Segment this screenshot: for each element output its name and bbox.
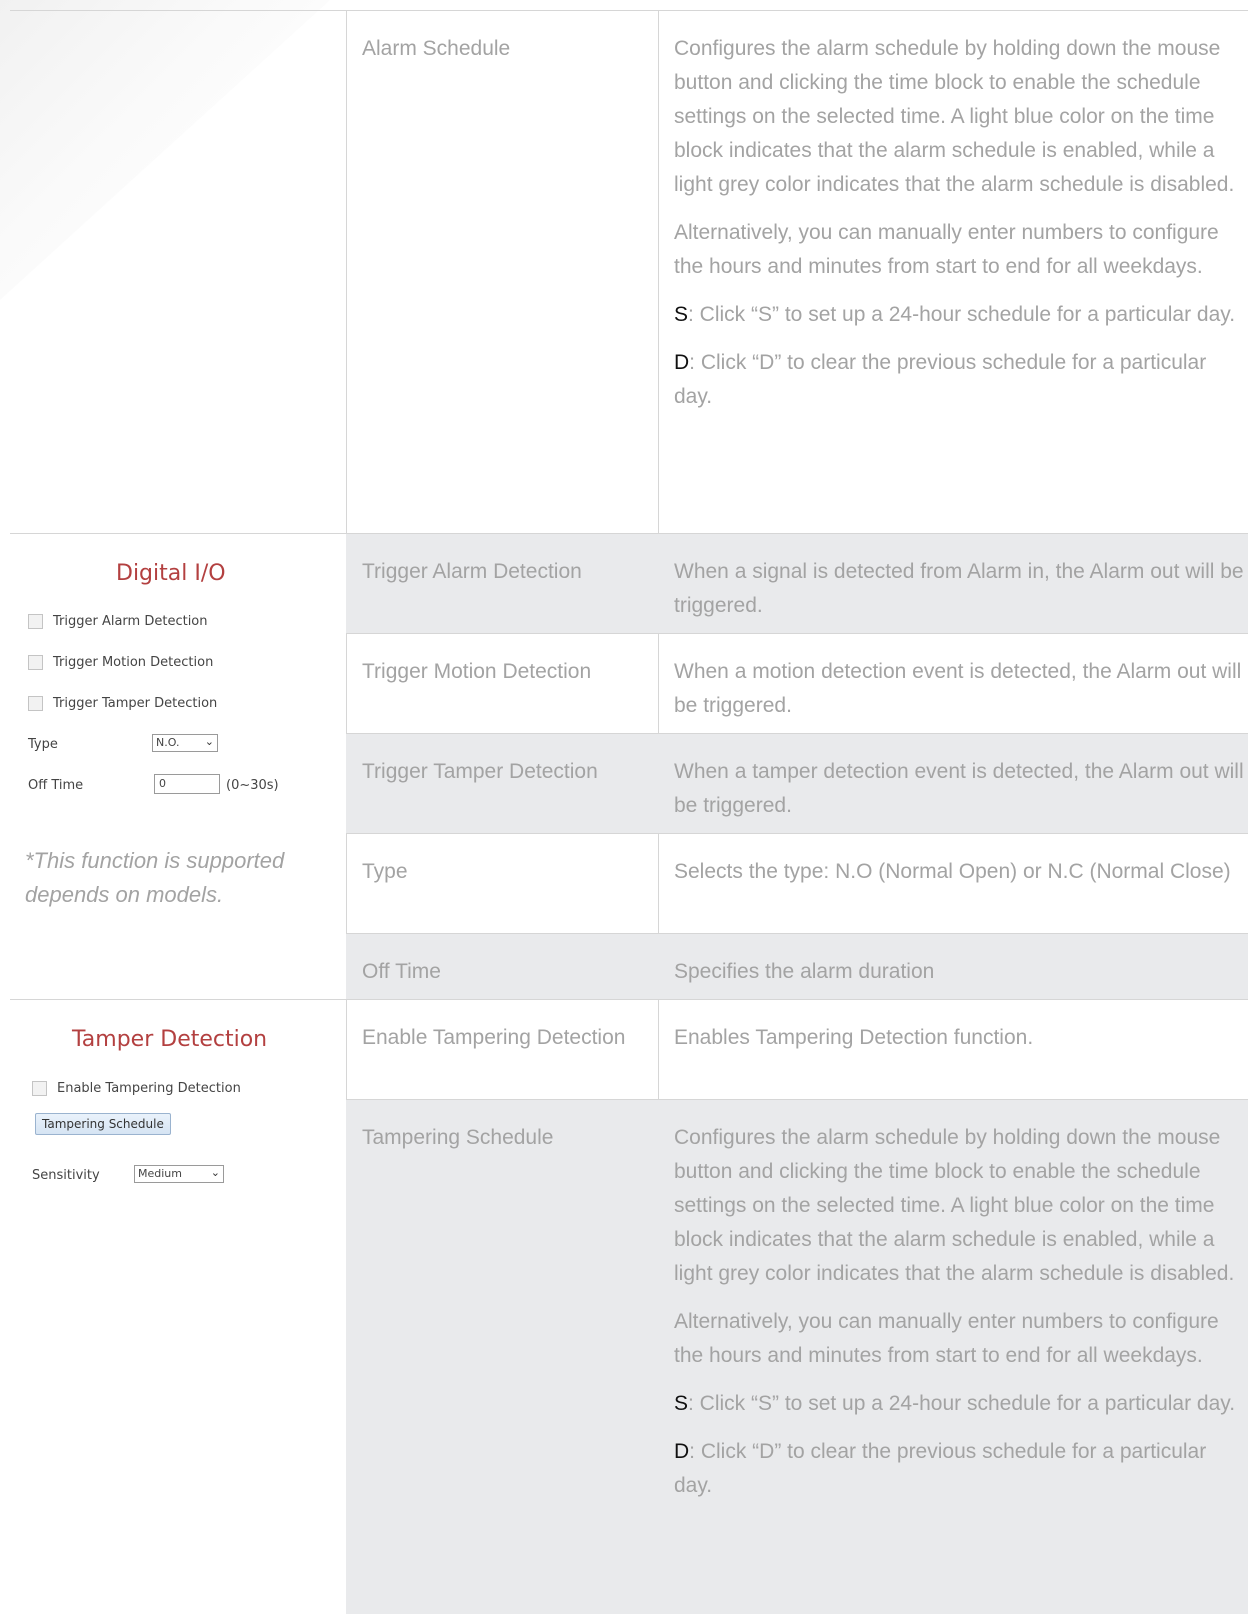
off-time-label: Off Time [28,778,84,793]
checkbox-icon[interactable] [28,655,43,670]
row-label: Type [362,860,408,883]
description-paragraph: Alternatively, you can manually enter nu… [674,221,1219,278]
description-paragraph: Configures the alarm schedule by holding… [674,37,1235,196]
checkbox-icon[interactable] [28,614,43,629]
d-key-paragraph: D: Click “D” to clear the previous sched… [674,1435,1248,1503]
row-label: Tampering Schedule [362,1126,554,1149]
d-key-text: : Click “D” to clear the previous schedu… [674,351,1207,408]
sensitivity-select[interactable]: Medium ⌄ [134,1165,224,1183]
trigger-motion-checkbox[interactable]: Trigger Motion Detection [28,655,213,670]
row-description: Specifies the alarm duration [674,960,935,983]
d-key: D [674,1440,690,1463]
row-description: When a signal is detected from Alarm in,… [674,560,1244,617]
tamper-detection-title: Tamper Detection [72,1027,268,1052]
checkbox-icon[interactable] [32,1081,47,1096]
section-divider [10,999,1248,1000]
d-key-text: : Click “D” to clear the previous schedu… [674,1440,1207,1497]
checkbox-label: Enable Tampering Detection [57,1081,241,1096]
model-support-note: *This function is supported depends on m… [25,848,285,907]
row-description: Configures the alarm schedule by holding… [674,32,1248,428]
row-label: Trigger Motion Detection [362,660,592,683]
tampering-schedule-button[interactable]: Tampering Schedule [35,1113,171,1135]
type-select[interactable]: N.O. ⌄ [152,734,218,752]
s-key: S [674,1392,689,1415]
row-separator [346,833,1248,834]
s-key-paragraph: S: Click “S” to set up a 24-hour schedul… [674,1387,1248,1421]
checkbox-icon[interactable] [28,696,43,711]
row-description: When a tamper detection event is detecte… [674,760,1244,817]
sensitivity-select-value: Medium [138,1167,182,1180]
trigger-alarm-checkbox[interactable]: Trigger Alarm Detection [28,614,208,629]
row-label: Enable Tampering Detection [362,1026,626,1049]
type-label: Type [28,737,58,752]
checkbox-label: Trigger Alarm Detection [53,614,208,629]
row-separator [346,633,1248,634]
description-paragraph: Alternatively, you can manually enter nu… [674,1310,1219,1367]
s-key-paragraph: S: Click “S” to set up a 24-hour schedul… [674,298,1248,332]
row-label: Alarm Schedule [362,37,511,60]
checkbox-label: Trigger Tamper Detection [53,696,218,711]
row-description: Configures the alarm schedule by holding… [674,1121,1248,1517]
row-description: When a motion detection event is detecte… [674,660,1242,717]
off-time-range: (0~30s) [226,778,279,793]
sensitivity-label: Sensitivity [32,1168,100,1183]
row-label: Off Time [362,960,441,983]
trigger-tamper-checkbox[interactable]: Trigger Tamper Detection [28,696,217,711]
chevron-down-icon: ⌄ [210,1166,220,1179]
d-key: D [674,351,690,374]
off-time-input[interactable]: 0 [154,774,220,794]
type-select-value: N.O. [156,736,180,749]
s-key-text: : Click “S” to set up a 24-hour schedule… [688,303,1236,326]
chevron-down-icon: ⌄ [204,735,214,748]
background-decoration [0,0,330,300]
s-key: S [674,303,689,326]
enable-tampering-checkbox[interactable]: Enable Tampering Detection [32,1081,241,1096]
s-key-text: : Click “S” to set up a 24-hour schedule… [688,1392,1236,1415]
checkbox-label: Trigger Motion Detection [53,655,214,670]
d-key-paragraph: D: Click “D” to clear the previous sched… [674,346,1248,414]
row-label: Trigger Alarm Detection [362,560,582,583]
row-description: Enables Tampering Detection function. [674,1026,1034,1049]
description-paragraph: Configures the alarm schedule by holding… [674,1126,1235,1285]
row-description: Selects the type: N.O (Normal Open) or N… [674,860,1231,883]
top-rule [10,10,1248,11]
digital-io-title: Digital I/O [116,561,226,586]
row-label: Trigger Tamper Detection [362,760,598,783]
